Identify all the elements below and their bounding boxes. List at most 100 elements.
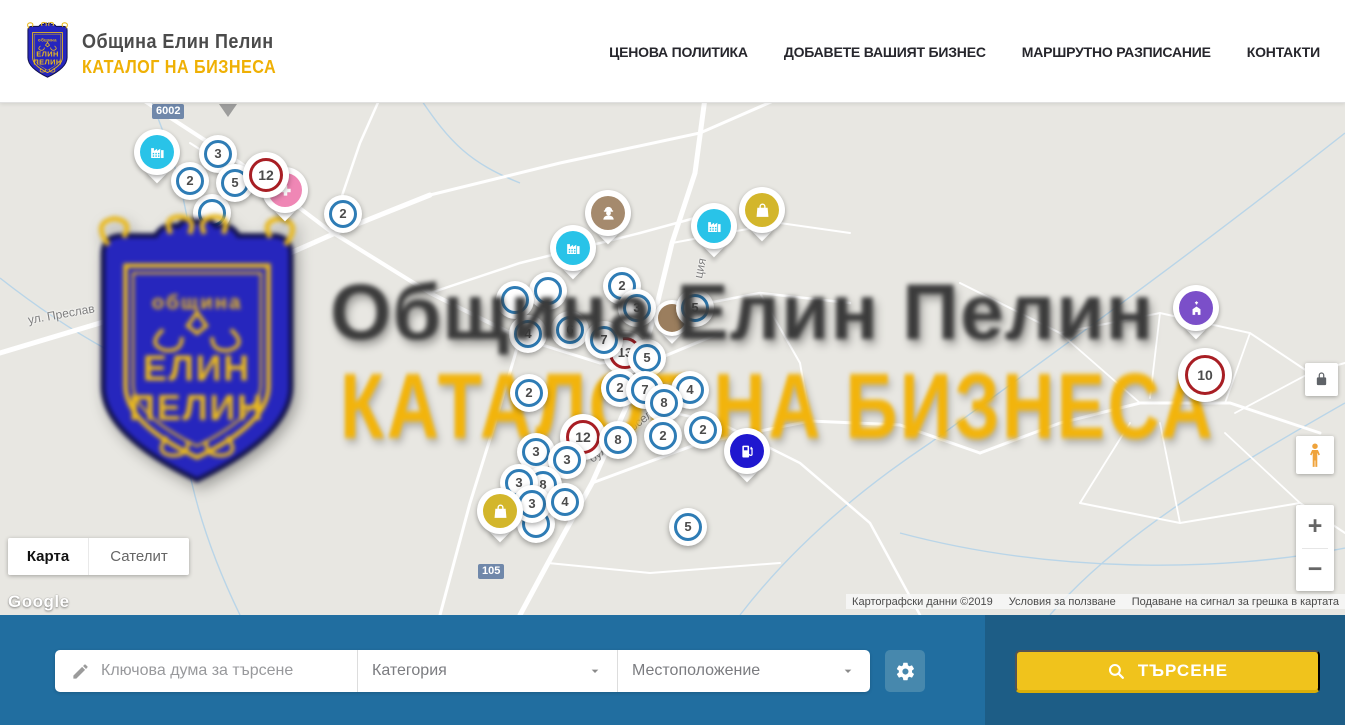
report-error-link[interactable]: Подаване на сигнал за грешка в картата xyxy=(1132,596,1339,608)
church-icon xyxy=(1179,291,1213,325)
bag-pin-marker[interactable] xyxy=(739,187,785,245)
logo-title: Община Елин Пелин xyxy=(82,31,276,54)
map-attribution: Картографски данни ©2019 Условия за полз… xyxy=(846,594,1345,609)
chevron-down-icon xyxy=(840,663,856,679)
cluster-count: 2 xyxy=(339,206,346,221)
category-dropdown[interactable]: Категория xyxy=(357,650,617,692)
church-pin-marker[interactable] xyxy=(1173,285,1219,343)
cluster-marker[interactable] xyxy=(496,281,534,319)
cluster-marker[interactable]: 2 xyxy=(684,411,722,449)
cluster-marker[interactable]: 12 xyxy=(243,152,289,198)
attribution-copyright: Картографски данни ©2019 xyxy=(852,596,993,608)
factory-pin-marker[interactable] xyxy=(550,225,596,283)
nav-item-0[interactable]: ЦЕНОВА ПОЛИТИКА xyxy=(609,44,748,60)
nav-item-1[interactable]: ДОБАВЕТЕ ВАШИЯТ БИЗНЕС xyxy=(784,44,986,60)
cluster-marker[interactable]: 2 xyxy=(644,417,682,455)
cluster-ring: 3 xyxy=(553,446,581,474)
location-label: Местоположение xyxy=(632,662,760,680)
cluster-count: 2 xyxy=(699,422,706,437)
search-button[interactable]: ТЪРСЕНЕ xyxy=(1015,650,1320,693)
factory-icon xyxy=(140,135,174,169)
cluster-marker[interactable]: 5 xyxy=(676,289,714,327)
cluster-count: 7 xyxy=(600,332,607,347)
cluster-count: 10 xyxy=(1197,367,1213,383)
street-view-pegman-button[interactable] xyxy=(1296,436,1334,474)
cluster-count: 5 xyxy=(684,519,691,534)
factory-pin-marker[interactable] xyxy=(691,203,737,261)
map-view-button[interactable]: Карта xyxy=(8,538,88,575)
fuel-icon xyxy=(730,434,764,468)
search-button-label: ТЪРСЕНЕ xyxy=(1138,661,1228,681)
cluster-count: 5 xyxy=(691,300,698,315)
business-catalog-page: Община Елин Пелин КАТАЛОГ НА БИЗНЕСА ЦЕН… xyxy=(0,0,1345,725)
cluster-count: 3 xyxy=(528,496,535,511)
road-badge: 6002 xyxy=(152,104,184,119)
cluster-marker[interactable]: 4 xyxy=(546,483,584,521)
road-badge: 105 xyxy=(478,564,504,579)
lock-button[interactable] xyxy=(1305,363,1338,396)
cluster-marker[interactable]: 5 xyxy=(669,508,707,546)
cluster-ring: 2 xyxy=(689,416,717,444)
bag-pin-marker[interactable] xyxy=(477,488,523,546)
cluster-marker[interactable]: 3 xyxy=(618,289,656,327)
cluster-marker[interactable]: 7 xyxy=(585,321,623,359)
cluster-marker[interactable]: 2 xyxy=(324,195,362,233)
cluster-ring: 2 xyxy=(176,167,204,195)
cluster-count: 8 xyxy=(660,395,667,410)
google-logo[interactable]: Google xyxy=(8,592,70,612)
zoom-control: + − xyxy=(1296,505,1334,591)
cluster-ring: 3 xyxy=(522,438,550,466)
cluster-count: 4 xyxy=(561,494,568,509)
pencil-icon xyxy=(71,662,90,681)
cluster-ring: 5 xyxy=(633,344,661,372)
location-dropdown[interactable]: Местоположение xyxy=(617,650,870,692)
chevron-down-icon xyxy=(587,663,603,679)
cluster-marker[interactable]: 8 xyxy=(599,421,637,459)
pegman-icon xyxy=(1304,442,1326,468)
zoom-in-button[interactable]: + xyxy=(1296,505,1334,548)
cluster-count: 2 xyxy=(186,173,193,188)
nav-item-3[interactable]: КОНТАКТИ xyxy=(1247,44,1320,60)
map-canvas[interactable]: ул. Преславбул. „Новоселция6002105 23135… xyxy=(0,103,1345,615)
cluster-count: 3 xyxy=(633,300,640,315)
cluster-count: 2 xyxy=(659,428,666,443)
cluster-count: 4 xyxy=(524,326,531,341)
satellite-view-button[interactable]: Сателит xyxy=(88,538,189,575)
cluster-ring: 5 xyxy=(681,294,709,322)
cluster-marker[interactable]: 4 xyxy=(509,315,547,353)
keyword-search-input[interactable] xyxy=(101,662,341,680)
municipality-crest-icon xyxy=(24,21,71,81)
cluster-ring: 12 xyxy=(249,158,283,192)
cluster-count: 2 xyxy=(616,380,623,395)
factory-pin-marker[interactable] xyxy=(134,129,180,187)
cluster-count: 3 xyxy=(532,444,539,459)
logo-text: Община Елин Пелин КАТАЛОГ НА БИЗНЕСА xyxy=(82,21,298,81)
cluster-ring: 2 xyxy=(515,379,543,407)
advanced-settings-button[interactable] xyxy=(885,650,925,692)
cluster-ring: 4 xyxy=(514,320,542,348)
cluster-ring: 4 xyxy=(551,488,579,516)
site-header: Община Елин Пелин КАТАЛОГ НА БИЗНЕСА ЦЕН… xyxy=(0,0,1345,103)
factory-icon xyxy=(697,209,731,243)
cluster-marker[interactable]: 6 xyxy=(551,311,589,349)
search-input-group: Категория Местоположение xyxy=(55,650,870,692)
cluster-ring: 6 xyxy=(556,316,584,344)
cluster-marker[interactable]: 10 xyxy=(1178,348,1232,402)
fuel-pin-marker[interactable] xyxy=(724,428,770,486)
cluster-count: 5 xyxy=(231,175,238,190)
cluster-ring: 3 xyxy=(204,140,232,168)
cluster-marker[interactable]: 2 xyxy=(510,374,548,412)
nav-item-2[interactable]: МАРШРУТНО РАЗПИСАНИЕ xyxy=(1022,44,1211,60)
cluster-count: 12 xyxy=(575,429,591,445)
cluster-ring xyxy=(501,286,529,314)
cluster-ring: 7 xyxy=(590,326,618,354)
site-logo[interactable]: Община Елин Пелин КАТАЛОГ НА БИЗНЕСА xyxy=(24,21,298,81)
cluster-count: 3 xyxy=(214,146,221,161)
terms-link[interactable]: Условия за ползване xyxy=(1009,596,1116,608)
pin-tip-fragment xyxy=(219,104,237,117)
zoom-out-button[interactable]: − xyxy=(1296,549,1334,592)
cluster-ring xyxy=(198,199,226,227)
cluster-ring: 3 xyxy=(623,294,651,322)
gear-icon xyxy=(895,661,916,682)
cluster-count: 4 xyxy=(686,382,693,397)
